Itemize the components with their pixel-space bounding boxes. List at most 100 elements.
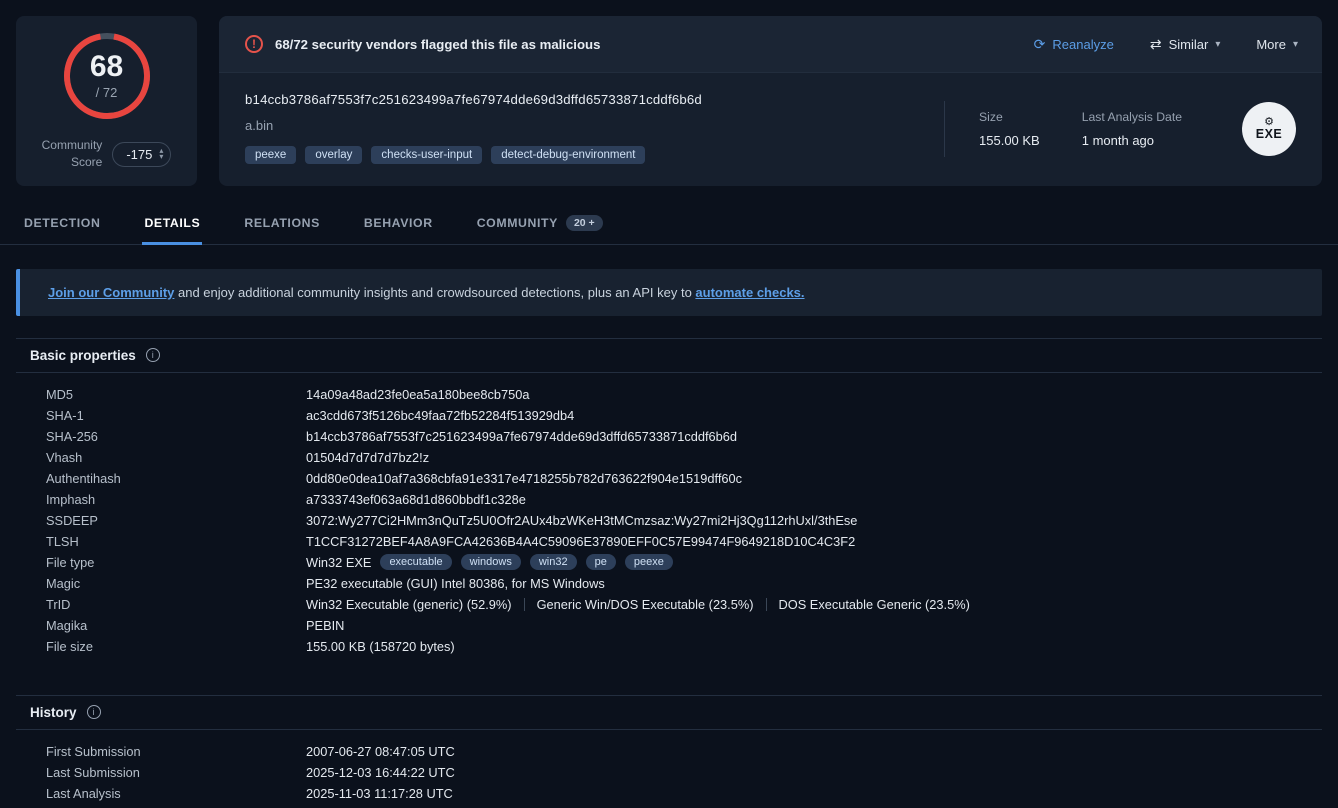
property-value: 2007-06-27 08:47:05 UTC [306, 744, 455, 759]
property-value-text: DOS Executable Generic (23.5%) [779, 597, 970, 612]
value-tag[interactable]: executable [380, 554, 451, 570]
property-value-text: PEBIN [306, 618, 344, 633]
basic-properties-header: Basic properties i [16, 338, 1322, 373]
warning-icon: ! [245, 35, 263, 53]
value-tag[interactable]: peexe [625, 554, 673, 570]
malicious-alert-banner: ! 68/72 security vendors flagged this fi… [219, 16, 1322, 73]
file-tag[interactable]: overlay [305, 146, 362, 164]
property-row: Authentihash0dd80e0dea10af7a368cbfa91e33… [46, 468, 1322, 489]
property-label: Last Analysis [46, 786, 306, 801]
property-label: Authentihash [46, 471, 306, 486]
tab-community[interactable]: COMMUNITY 20 + [475, 202, 605, 245]
gear-icon: ⚙ [1264, 117, 1274, 127]
info-icon[interactable]: i [87, 705, 101, 719]
property-value-text: a7333743ef063a68d1d860bbdf1c328e [306, 492, 526, 507]
community-score-label-line2: Score [42, 154, 103, 171]
property-row: Vhash01504d7d7d7d7bz2!z [46, 447, 1322, 468]
community-score-label-line1: Community [42, 137, 103, 154]
reanalyze-label: Reanalyze [1052, 37, 1113, 52]
more-button[interactable]: More ▾ [1256, 37, 1298, 52]
file-tag[interactable]: detect-debug-environment [491, 146, 645, 164]
property-value: PEBIN [306, 618, 344, 633]
tab-badge: 20 + [566, 215, 603, 231]
property-value-text: 14a09a48ad23fe0ea5a180bee8cb750a [306, 387, 529, 402]
tab-label: RELATIONS [244, 216, 320, 230]
property-value-text: Generic Win/DOS Executable (23.5%) [537, 597, 754, 612]
value-tag[interactable]: windows [461, 554, 521, 570]
size-value: 155.00 KB [979, 133, 1040, 148]
tab-relations[interactable]: RELATIONS [242, 202, 322, 245]
chevron-down-icon: ▾ [1293, 39, 1298, 50]
property-row: First Submission2007-06-27 08:47:05 UTC [46, 741, 1322, 762]
property-row: Imphasha7333743ef063a68d1d860bbdf1c328e [46, 489, 1322, 510]
property-value: 0dd80e0dea10af7a368cbfa91e3317e4718255b7… [306, 471, 742, 486]
join-community-link[interactable]: Join our Community [48, 285, 174, 300]
separator [766, 598, 767, 611]
tab-detection[interactable]: DETECTION [22, 202, 102, 245]
property-row: SHA-1ac3cdd673f5126bc49faa72fb52284f5139… [46, 405, 1322, 426]
property-value-text: 2007-06-27 08:47:05 UTC [306, 744, 455, 759]
last-analysis-block: Last Analysis Date 1 month ago [1082, 110, 1182, 148]
basic-properties-title: Basic properties [30, 348, 136, 363]
property-label: Last Submission [46, 765, 306, 780]
property-row: MagikaPEBIN [46, 615, 1322, 636]
reanalyze-button[interactable]: ⟳ Reanalyze [1034, 37, 1114, 52]
property-row: Last Submission2025-12-03 16:44:22 UTC [46, 762, 1322, 783]
property-value: 14a09a48ad23fe0ea5a180bee8cb750a [306, 387, 529, 402]
info-icon[interactable]: i [146, 348, 160, 362]
property-row: File size155.00 KB (158720 bytes) [46, 636, 1322, 657]
property-value: T1CCF31272BEF4A8A9FCA42636B4A4C59096E378… [306, 534, 855, 549]
history-section: History i First Submission2007-06-27 08:… [0, 695, 1338, 808]
history-title: History [30, 705, 77, 720]
virustotal-file-report: 68 / 72 Community Score -175 ▴ ▾ [0, 0, 1338, 808]
property-value-text: ac3cdd673f5126bc49faa72fb52284f513929db4 [306, 408, 574, 423]
similar-button[interactable]: ⇄ Similar ▾ [1150, 37, 1221, 52]
file-name: a.bin [245, 118, 944, 133]
tab-label: DETAILS [144, 216, 200, 230]
property-row: SSDEEP3072:Wy277Ci2HMm3nQuTz5U0Ofr2AUx4b… [46, 510, 1322, 531]
detection-score-gauge: 68 / 72 [59, 28, 155, 124]
property-value-text: 01504d7d7d7d7bz2!z [306, 450, 429, 465]
value-tag[interactable]: pe [586, 554, 616, 570]
tab-behavior[interactable]: BEHAVIOR [362, 202, 435, 245]
property-row: TLSHT1CCF31272BEF4A8A9FCA42636B4A4C59096… [46, 531, 1322, 552]
property-value-text: 3072:Wy277Ci2HMm3nQuTz5U0Ofr2AUx4bzWKeH3… [306, 513, 857, 528]
exe-badge-text: EXE [1256, 127, 1283, 141]
tab-details[interactable]: DETAILS [142, 202, 202, 245]
property-label: Imphash [46, 492, 306, 507]
automate-checks-link[interactable]: automate checks. [695, 285, 804, 300]
report-header-area: 68 / 72 Community Score -175 ▴ ▾ [0, 0, 1338, 186]
property-label: SHA-1 [46, 408, 306, 423]
property-label: TLSH [46, 534, 306, 549]
file-tags: peexe overlay checks-user-input detect-debu… [245, 146, 944, 164]
value-tag[interactable]: win32 [530, 554, 577, 570]
file-tag[interactable]: peexe [245, 146, 296, 164]
basic-properties-section: Basic properties i MD514a09a48ad23fe0ea5… [0, 338, 1338, 673]
property-label: File type [46, 555, 306, 570]
alert-text: 68/72 security vendors flagged this file… [275, 37, 600, 52]
community-score-row: Community Score -175 ▴ ▾ [42, 137, 172, 172]
size-label: Size [979, 110, 1040, 124]
detection-score-card: 68 / 72 Community Score -175 ▴ ▾ [16, 16, 197, 186]
property-value: 3072:Wy277Ci2HMm3nQuTz5U0Ofr2AUx4bzWKeH3… [306, 513, 857, 528]
property-row: SHA-256b14ccb3786af7553f7c251623499a7fe6… [46, 426, 1322, 447]
property-value-text: T1CCF31272BEF4A8A9FCA42636B4A4C59096E378… [306, 534, 855, 549]
property-label: Magika [46, 618, 306, 633]
property-label: SHA-256 [46, 429, 306, 444]
property-label: File size [46, 639, 306, 654]
tab-label: COMMUNITY [477, 216, 558, 230]
property-value: b14ccb3786af7553f7c251623499a7fe67974dde… [306, 429, 737, 444]
vote-down-icon[interactable]: ▾ [159, 154, 163, 160]
detections-count: 68 [90, 52, 123, 82]
property-value-text: 0dd80e0dea10af7a368cbfa91e3317e4718255b7… [306, 471, 742, 486]
property-row: Last Analysis2025-11-03 11:17:28 UTC [46, 783, 1322, 804]
property-label: First Submission [46, 744, 306, 759]
property-row: TrIDWin32 Executable (generic) (52.9%)Ge… [46, 594, 1322, 615]
vertical-divider [944, 101, 945, 157]
community-score-stepper[interactable]: -175 ▴ ▾ [112, 142, 171, 167]
file-summary-card: ! 68/72 security vendors flagged this fi… [219, 16, 1322, 186]
property-value-text: b14ccb3786af7553f7c251623499a7fe67974dde… [306, 429, 737, 444]
file-tag[interactable]: checks-user-input [371, 146, 482, 164]
file-sha256: b14ccb3786af7553f7c251623499a7fe67974dde… [245, 92, 944, 107]
file-meta: Size 155.00 KB Last Analysis Date 1 mont… [944, 92, 1296, 166]
